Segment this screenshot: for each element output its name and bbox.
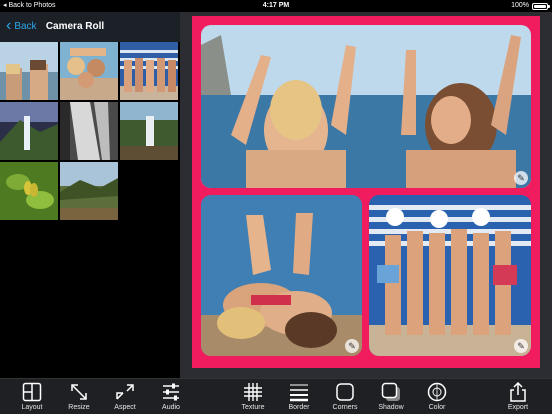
photo-thumbnail[interactable] <box>60 162 118 220</box>
photo-thumbnail[interactable] <box>60 42 118 100</box>
camera-roll-title: Camera Roll <box>45 21 105 32</box>
edit-photo-icon[interactable]: ✎ <box>514 339 528 353</box>
status-time: 4:17 PM <box>262 2 290 9</box>
color-button[interactable]: Color <box>417 382 457 414</box>
texture-button[interactable]: Texture <box>233 382 273 414</box>
layout-label: Layout <box>21 404 43 411</box>
aspect-button[interactable]: Aspect <box>105 382 145 414</box>
sliders-icon <box>151 382 191 403</box>
aspect-label: Aspect <box>114 404 136 411</box>
photo-thumbnail[interactable] <box>0 102 58 160</box>
photo-thumbnail[interactable] <box>0 162 58 220</box>
photo-thumbnail[interactable] <box>120 102 178 160</box>
border-button[interactable]: Border <box>279 382 319 414</box>
shadow-label: Shadow <box>378 404 404 411</box>
color-label: Color <box>428 404 446 411</box>
collage-photo-bottom-left[interactable]: ✎ <box>201 195 362 356</box>
grid-icon <box>233 382 273 403</box>
corners-label: Corners <box>332 404 358 411</box>
shadow-square-icon <box>371 382 411 403</box>
collage-canvas-area: ✎ ✎ ✎ <box>180 12 552 378</box>
audio-label: Audio <box>162 404 180 411</box>
collage-photo-bottom-right[interactable]: ✎ <box>369 195 531 356</box>
battery-icon <box>532 2 550 10</box>
photo-thumbnail[interactable] <box>0 42 58 100</box>
shadow-button[interactable]: Shadow <box>371 382 411 414</box>
color-wheel-icon <box>417 382 457 403</box>
texture-label: Texture <box>241 404 265 411</box>
edit-photo-icon[interactable]: ✎ <box>514 171 528 185</box>
photo-thumbnail[interactable] <box>120 42 178 100</box>
audio-button[interactable]: Audio <box>151 382 191 414</box>
battery-status: 100% <box>511 0 550 12</box>
resize-icon <box>59 382 99 403</box>
share-icon <box>498 382 538 403</box>
collage-frame[interactable]: ✎ ✎ ✎ <box>192 16 540 368</box>
resize-button[interactable]: Resize <box>59 382 99 414</box>
layout-button[interactable]: Layout <box>12 382 52 414</box>
status-bar: ◂ Back to Photos 4:17 PM 100% <box>0 0 552 12</box>
collage-photo-top[interactable]: ✎ <box>201 25 531 188</box>
corners-button[interactable]: Corners <box>325 382 365 414</box>
bottom-toolbar: Layout Resize Aspect Audio Texture Borde… <box>0 378 552 414</box>
camera-roll-navbar: ‹ Back Camera Roll <box>0 12 180 42</box>
lines-icon <box>279 382 319 403</box>
camera-roll-panel: ‹ Back Camera Roll <box>0 12 180 378</box>
export-label: Export <box>507 404 529 411</box>
edit-photo-icon[interactable]: ✎ <box>345 339 359 353</box>
rounded-square-icon <box>325 382 365 403</box>
border-label: Border <box>288 404 310 411</box>
battery-percent: 100% <box>511 2 529 9</box>
photo-thumbnail[interactable] <box>60 102 118 160</box>
aspect-icon <box>105 382 145 403</box>
layout-icon <box>12 382 52 403</box>
export-button[interactable]: Export <box>498 382 538 414</box>
resize-label: Resize <box>68 404 90 411</box>
